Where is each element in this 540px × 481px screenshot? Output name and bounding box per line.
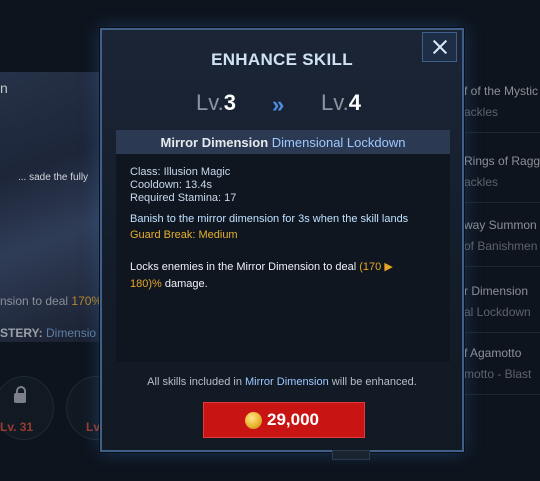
bg-deal-text: nsion to deal 170% xyxy=(0,294,103,308)
dialog-bottom-tab xyxy=(332,450,370,460)
bg-fragment-text: n xyxy=(0,80,8,96)
damage-description: Locks enemies in the Mirror Dimension to… xyxy=(130,261,393,290)
skill-info-panel: Class: Illusion Magic Cooldown: 13.4s Re… xyxy=(116,154,450,362)
skill-cooldown: Cooldown: 13.4s xyxy=(130,179,212,191)
skill-class: Class: Illusion Magic xyxy=(130,166,231,178)
enhance-skill-dialog: ENHANCE SKILL Lv.3 » Lv.4 Mirror Dimensi… xyxy=(100,28,464,452)
bg-skill-list-item[interactable]: f Agamotto motto - Blast xyxy=(462,334,540,395)
slot-level-label: Lv. 31 xyxy=(0,420,34,434)
bg-skill-list-item[interactable]: Rings of Ragg ackles xyxy=(462,142,540,203)
bg-mastery-text: STERY: Dimensio xyxy=(0,326,97,340)
level-arrow-icon: » xyxy=(272,92,285,117)
skill-name-bar: Mirror Dimension Dimensional Lockdown xyxy=(116,130,450,154)
slot-level-label: Lv xyxy=(86,420,101,434)
skill-stamina: Required Stamina: 17 xyxy=(130,192,237,204)
skill-effect: Banish to the mirror dimension for 3s wh… xyxy=(130,213,409,225)
next-level: Lv.4 xyxy=(321,90,361,115)
bg-skill-list-item[interactable]: way Summon of Banishmen xyxy=(462,206,540,267)
guard-break: Guard Break: Medium xyxy=(130,229,238,241)
current-level: Lv.3 xyxy=(196,90,236,115)
enhance-note: All skills included in Mirror Dimension … xyxy=(147,376,417,388)
bg-art-caption: ... sade the fully xyxy=(18,172,89,183)
enhance-purchase-button[interactable]: 29,000 xyxy=(203,402,365,438)
bg-skill-list-item[interactable]: r Dimension al Lockdown xyxy=(462,272,540,333)
bg-skill-list-item[interactable]: f of the Mystic ackles xyxy=(462,72,540,133)
gold-coin-icon xyxy=(245,412,262,429)
lock-icon xyxy=(14,386,26,403)
skill-variant: Dimensional Lockdown xyxy=(271,135,406,150)
price-label: 29,000 xyxy=(267,410,319,429)
skill-name: Mirror Dimension xyxy=(160,135,269,150)
dialog-title: ENHANCE SKILL xyxy=(211,50,353,69)
